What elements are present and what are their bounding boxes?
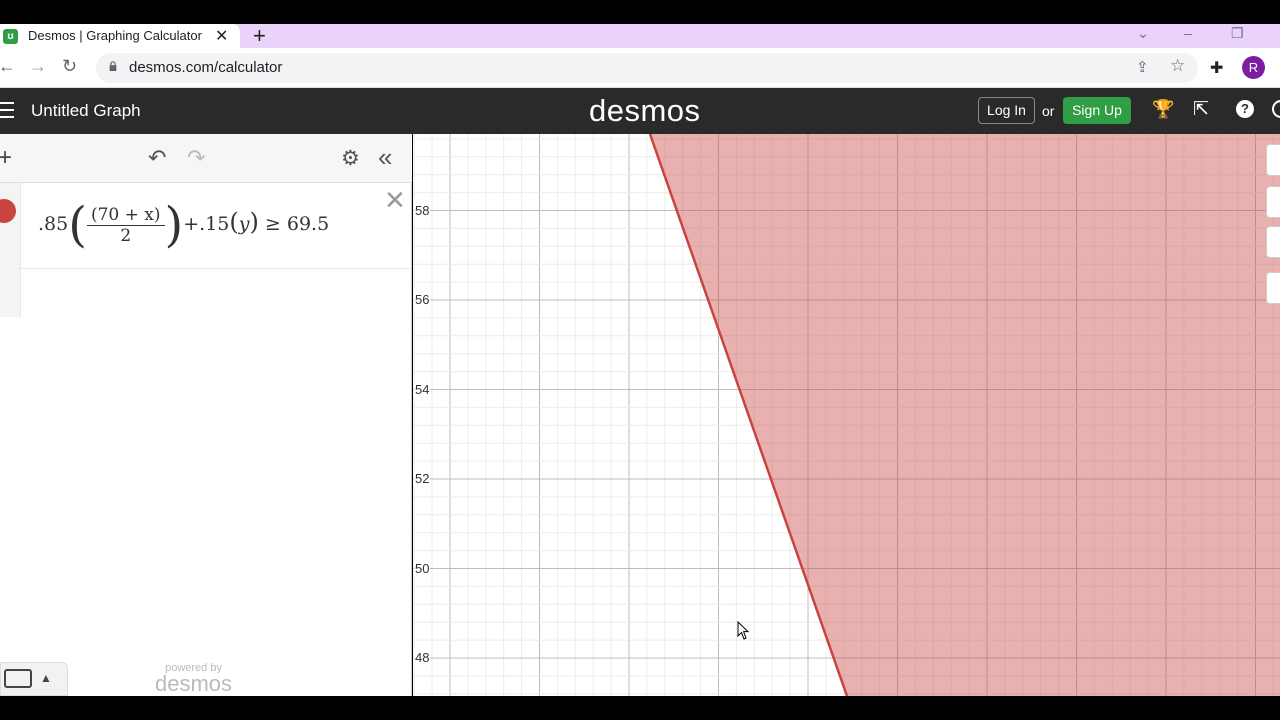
fraction: (70 + x) 2 [86,205,165,246]
y-tick-label: 52 [414,471,431,486]
reload-icon[interactable]: ↻ [62,56,77,77]
address-bar[interactable]: desmos.com/calculator ⇪ ☆ [96,53,1198,83]
fraction-denominator: 2 [120,225,132,246]
expression-toolbar: + ↶ ↷ ⚙ « [0,134,412,183]
graph-paper[interactable]: 58 56 54 52 50 48 [413,134,1280,696]
desmos-favicon-icon: ʊ [3,29,18,44]
y-tick-label: 58 [414,203,431,218]
close-paren-small: ) [249,208,259,236]
share-page-icon[interactable]: ⇪ [1136,58,1149,76]
desmos-logo: desmos [589,93,701,128]
variable-y: y [238,213,250,235]
y-tick-label: 56 [414,292,431,307]
keyboard-icon [4,669,32,688]
url-text: desmos.com/calculator [129,59,283,76]
new-tab-icon[interactable]: + [253,23,266,49]
zoom-in-icon[interactable] [1266,186,1280,218]
fraction-numerator: (70 + x) [86,205,165,226]
graph-canvas[interactable] [413,134,1280,696]
home-icon[interactable] [1266,272,1280,304]
caret-up-icon: ▲ [40,671,52,685]
trophy-icon[interactable]: 🏆 [1152,99,1174,120]
desmos-header: Untitled Graph desmos Log In or Sign Up … [0,88,1280,134]
collapse-panel-icon[interactable]: « [378,142,392,173]
mouse-cursor-icon [737,621,750,640]
or-text: or [1042,103,1055,119]
y-tick-label: 48 [414,650,431,665]
expression-gutter [0,269,21,317]
tab-title: Desmos | Graphing Calculator [28,28,202,43]
y-tick-label: 50 [414,561,431,576]
gear-icon[interactable]: ⚙ [341,146,360,171]
expression-gutter [0,183,21,269]
forward-icon[interactable]: → [29,56,47,77]
constant: 69.5 [286,213,330,235]
add-item-icon[interactable]: + [0,144,12,172]
browser-tab[interactable]: ʊ Desmos | Graphing Calculator ✕ [0,24,240,48]
expression-color-icon[interactable] [0,199,16,223]
second-term: +.15 [183,213,230,235]
login-button[interactable]: Log In [978,97,1035,124]
graph-title[interactable]: Untitled Graph [31,101,141,121]
keyboard-toggle-button[interactable]: ▲ [0,662,68,696]
help-icon[interactable]: ? [1236,100,1254,118]
delete-expression-icon[interactable]: ✕ [384,185,406,216]
browser-tab-strip: ʊ Desmos | Graphing Calculator ✕ + ⌄ – ❐ [0,23,1280,49]
zoom-out-icon[interactable] [1266,226,1280,258]
share-graph-icon[interactable]: ⇱ [1193,98,1209,121]
redo-icon[interactable]: ↷ [187,145,205,171]
language-globe-icon[interactable] [1272,100,1280,118]
minimize-icon[interactable]: – [1184,25,1192,41]
lock-icon [109,61,117,71]
wrench-icon[interactable] [1266,144,1280,176]
tab-search-icon[interactable]: ⌄ [1137,25,1149,42]
close-tab-icon[interactable]: ✕ [215,26,228,46]
empty-expression-row[interactable] [0,269,412,317]
browser-toolbar: ← → ↻ desmos.com/calculator ⇪ ☆ ✚ R [0,48,1280,88]
bookmark-star-icon[interactable]: ☆ [1170,56,1185,76]
close-paren: ) [164,197,184,253]
powered-by-logo: desmos [155,671,233,696]
open-paren-small: ( [229,208,239,236]
screen: ʊ Desmos | Graphing Calculator ✕ + ⌄ – ❐… [0,0,1280,720]
hamburger-menu-icon[interactable] [0,102,14,118]
undo-icon[interactable]: ↶ [148,145,166,171]
signup-button[interactable]: Sign Up [1063,97,1131,124]
expression-panel: + ↶ ↷ ⚙ « .85((70 + x) 2)+.15(y) ≥ 69.5 ✕… [0,134,412,696]
profile-avatar[interactable]: R [1242,56,1265,79]
extensions-puzzle-icon[interactable]: ✚ [1210,58,1223,78]
open-paren: ( [68,197,87,253]
coefficient: .85 [38,213,69,235]
y-tick-label: 54 [414,382,431,397]
inequality-shaded-region [650,134,1280,696]
expression-math[interactable]: .85((70 + x) 2)+.15(y) ≥ 69.5 [38,201,329,249]
powered-by-desmos: powered by desmos [155,662,232,697]
back-icon[interactable]: ← [0,56,16,77]
relation-symbol: ≥ [264,213,281,235]
expression-row[interactable]: .85((70 + x) 2)+.15(y) ≥ 69.5 ✕ [0,183,412,269]
restore-icon[interactable]: ❐ [1231,25,1244,42]
